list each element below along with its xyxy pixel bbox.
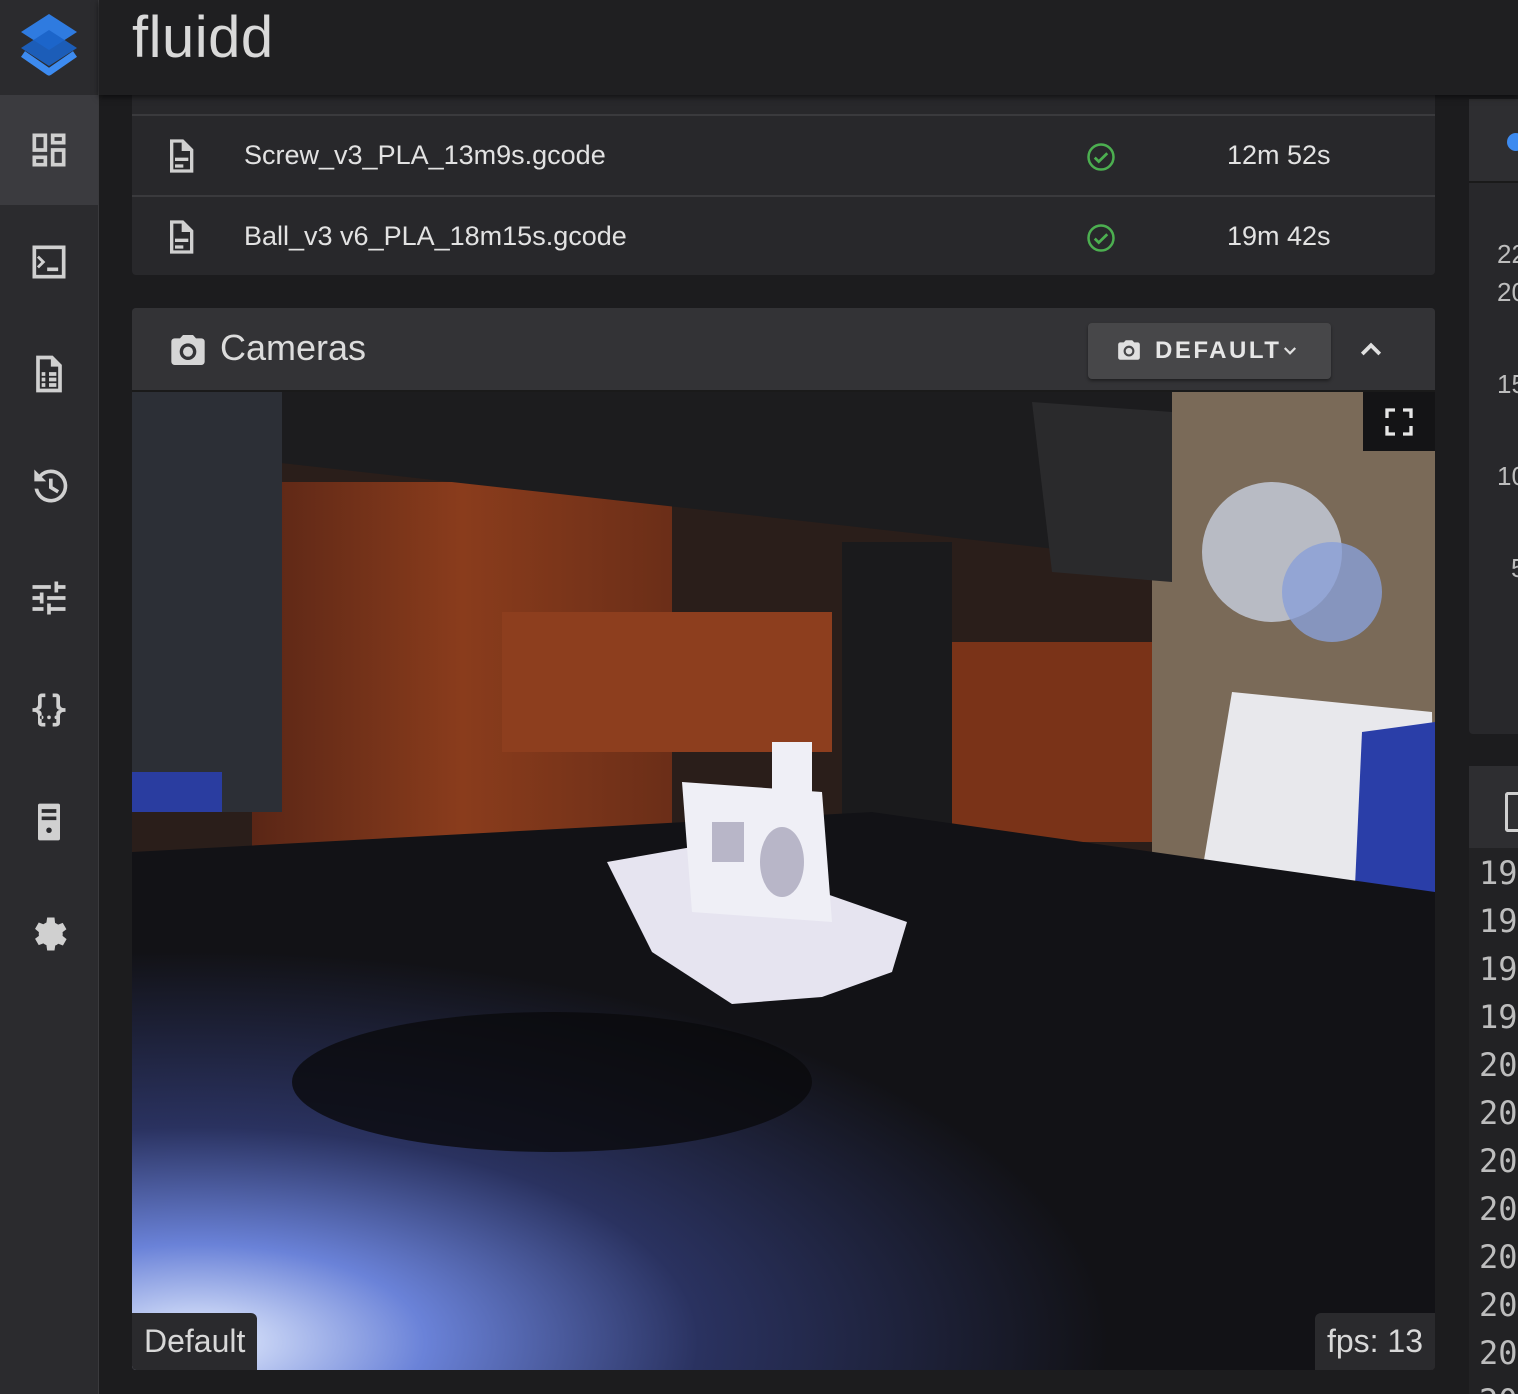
job-row[interactable]: Screw_v3_PLA_13m9s.gcode 12m 52s [132,114,1435,195]
check-circle-icon [1087,224,1115,252]
job-duration: 12m 52s [1227,140,1331,170]
nav-system[interactable] [0,767,98,877]
chevron-up-icon[interactable] [1356,334,1386,364]
check-circle-icon [1087,143,1115,171]
thermometer-icon [1507,133,1518,151]
cameras-title: Cameras [220,327,367,368]
nav-jobs[interactable] [0,319,98,429]
thermals-card: 22 20 15 10 5 [1469,99,1518,734]
history-icon [34,469,68,503]
console-line: 20 [1479,1046,1518,1084]
job-row[interactable]: Ball_v3 v6_PLA_18m15s.gcode 19m 42s [132,195,1435,276]
console-line: 19 [1479,950,1518,988]
camera-stream-image [132,392,1435,1370]
fullscreen-icon [1385,408,1413,436]
cameras-card: Cameras DEFAULT Default fps: 13 [132,308,1435,1370]
nav-dashboard[interactable] [0,95,98,205]
server-icon [38,803,60,841]
camera-icon [1118,340,1140,360]
file-icon [170,220,194,254]
right-column: 22 20 15 10 5 19 19 19 19 20 20 20 20 20… [1467,95,1518,1394]
console-line: 20 [1479,1190,1518,1228]
file-document-icon [36,355,62,393]
camera-icon [171,335,205,365]
nav-configuration[interactable] [0,655,98,765]
app-title: fluidd [132,5,274,70]
y-axis-tick: 20 [1497,277,1518,307]
camera-select-button[interactable]: DEFAULT [1088,323,1331,379]
cameras-header: Cameras DEFAULT [132,308,1435,392]
nav-tune[interactable] [0,543,98,653]
fluidd-logo[interactable] [0,0,98,95]
jobs-card: Screw_v3_PLA_13m9s.gcode 12m 52s Ball_v3… [132,95,1435,275]
console-header [1469,766,1518,848]
file-icon [170,139,194,173]
job-filename: Ball_v3 v6_PLA_18m15s.gcode [244,221,627,251]
job-duration: 19m 42s [1227,221,1331,251]
fluidd-logo-icon [21,13,77,75]
dashboard-content: Screw_v3_PLA_13m9s.gcode 12m 52s Ball_v3… [99,95,1467,1394]
console-line: 19 [1479,998,1518,1036]
console-line: 20 [1479,1382,1518,1394]
console-line: 20 [1479,1334,1518,1372]
job-filename: Screw_v3_PLA_13m9s.gcode [244,140,606,170]
console-line: 19 [1479,854,1518,892]
code-braces-icon [32,693,66,727]
y-axis-tick: 22 [1497,239,1518,269]
console-line: 20 [1479,1094,1518,1132]
console-line: 20 [1479,1238,1518,1276]
tune-icon [32,581,66,615]
nav-console[interactable] [0,207,98,317]
sidebar [0,0,99,1394]
nav-history[interactable] [0,431,98,541]
console-icon [32,245,66,279]
console-line: 20 [1479,1142,1518,1180]
app-bar: fluidd [99,0,1518,95]
nav-settings[interactable] [0,879,98,989]
console-line: 19 [1479,902,1518,940]
gear-icon [35,917,67,951]
camera-fps-label: fps: 13 [1314,1313,1435,1370]
fullscreen-button[interactable] [1363,392,1435,451]
console-icon [1505,792,1518,832]
console-line: 20 [1479,1286,1518,1324]
camera-name-label: Default [132,1313,258,1370]
thermals-header [1469,99,1518,183]
y-axis-tick: 5 [1511,553,1518,584]
console-card: 19 19 19 19 20 20 20 20 20 20 20 20 [1469,766,1518,1394]
y-axis-tick: 10 [1497,461,1518,491]
camera-stream: Default fps: 13 [132,392,1435,1370]
camera-select-label: DEFAULT [1155,337,1282,364]
chevron-down-icon [1283,347,1297,355]
dashboard-icon [32,133,66,167]
y-axis-tick: 15 [1497,369,1518,399]
